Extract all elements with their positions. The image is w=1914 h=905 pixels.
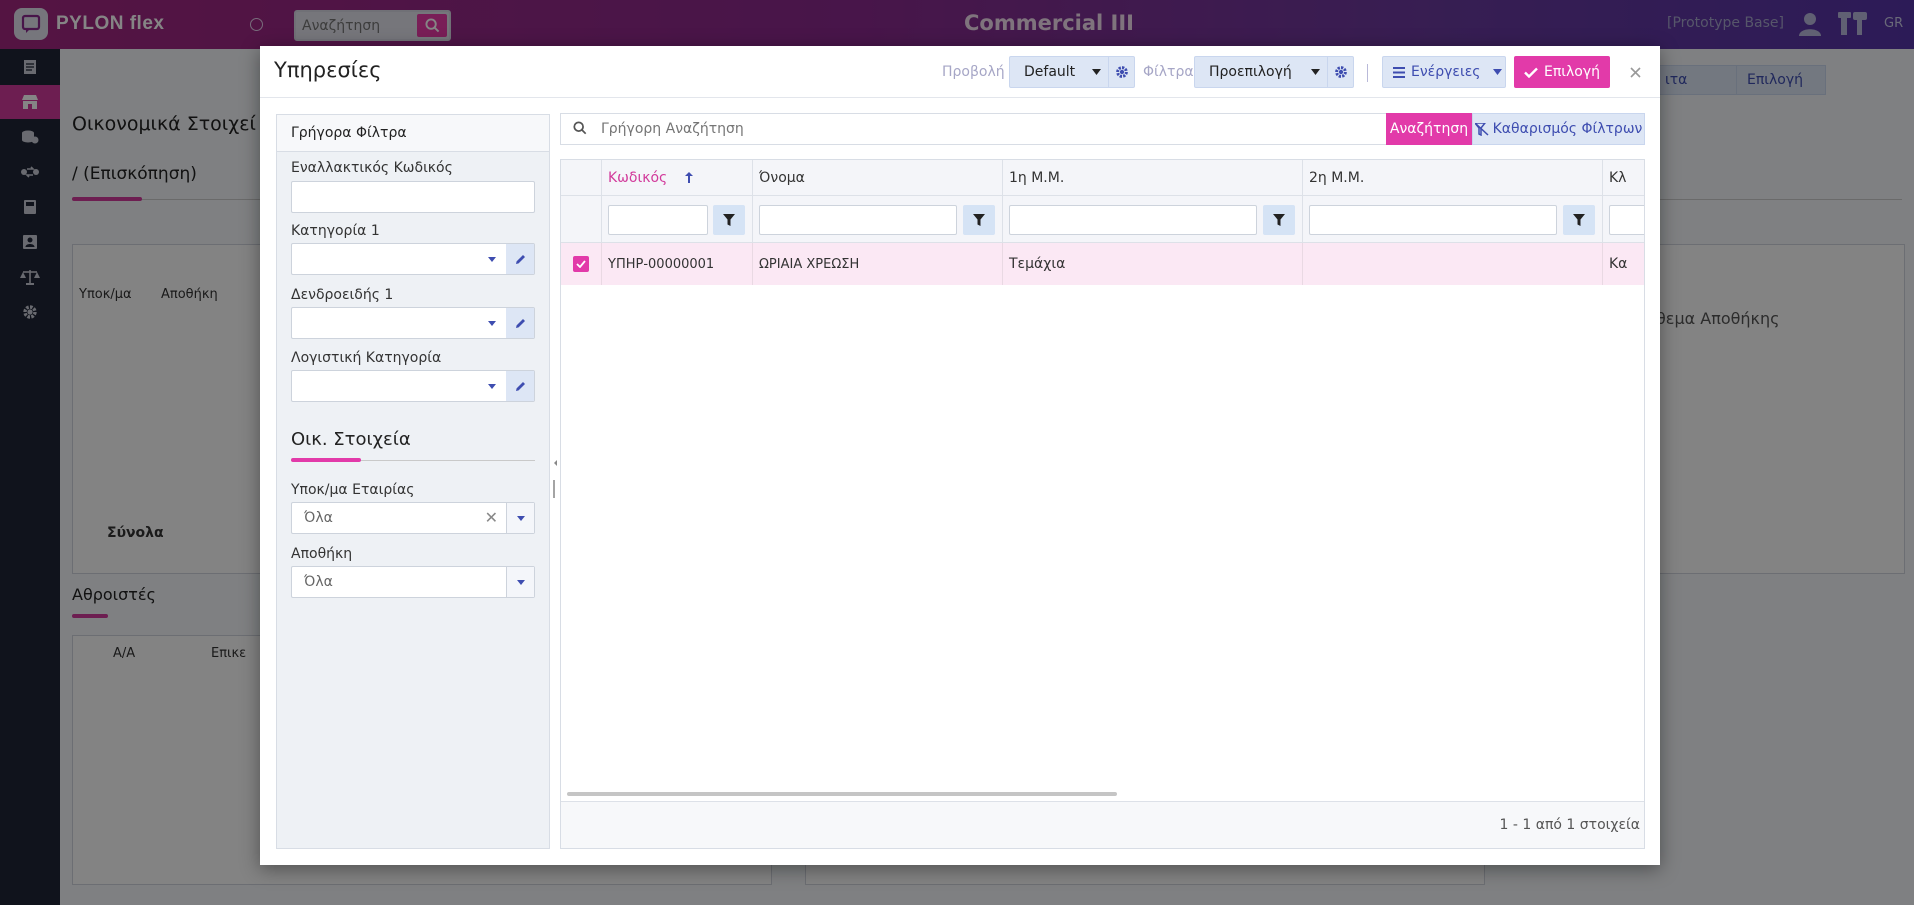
filter-button-unit1[interactable] bbox=[1263, 205, 1295, 235]
column-header-cl[interactable]: Κλ bbox=[1603, 160, 1644, 195]
warehouse-combo-value: Όλα bbox=[304, 574, 333, 590]
warehouse-label: Αποθήκη bbox=[291, 546, 353, 562]
column-header-name[interactable]: Όνομα bbox=[753, 160, 1003, 195]
tree1-label: Δενδροειδής 1 bbox=[291, 287, 394, 303]
filter-input-code[interactable] bbox=[608, 205, 708, 235]
check-icon bbox=[1524, 67, 1538, 78]
section-accent-bar bbox=[291, 458, 361, 462]
caret-down-icon[interactable] bbox=[506, 503, 534, 533]
category1-label: Κατηγορία 1 bbox=[291, 223, 380, 239]
accounting-category-combo[interactable] bbox=[291, 370, 535, 402]
filter-clear-icon bbox=[1474, 122, 1489, 136]
column-header-code-label: Κωδικός bbox=[608, 169, 668, 186]
grid-footer: 1 - 1 από 1 στοιχεία bbox=[561, 801, 1644, 848]
horizontal-scrollbar[interactable] bbox=[567, 792, 1117, 796]
caret-down-icon[interactable] bbox=[480, 308, 504, 338]
quick-filters-title: Γρήγορα Φίλτρα bbox=[277, 115, 549, 152]
services-modal: Υπηρεσίες Προβολή Default Φίλτρα Προεπιλ… bbox=[260, 46, 1660, 865]
cell-unit1: Τεμάχια bbox=[1003, 243, 1303, 285]
view-select-value: Default bbox=[1024, 64, 1076, 80]
cell-cl: Κα bbox=[1603, 243, 1644, 285]
cell-name: ΩΡΙΑΙΑ ΧΡΕΩΣΗ bbox=[753, 243, 1003, 285]
column-header-code[interactable]: Κωδικός bbox=[602, 160, 753, 195]
pencil-icon[interactable] bbox=[506, 371, 534, 401]
alt-code-input[interactable] bbox=[291, 181, 535, 213]
category1-combo[interactable] bbox=[291, 243, 535, 275]
filter-button-unit2[interactable] bbox=[1563, 205, 1595, 235]
close-button[interactable] bbox=[1624, 61, 1646, 83]
select-button[interactable]: Επιλογή bbox=[1514, 56, 1610, 88]
actions-button[interactable]: Ενέργειες bbox=[1382, 56, 1506, 88]
table-row[interactable]: ΥΠΗΡ-00000001 ΩΡΙΑΙΑ ΧΡΕΩΣΗ Τεμάχια Κα bbox=[561, 243, 1644, 285]
alt-code-label: Εναλλακτικός Κωδικός bbox=[291, 160, 453, 176]
actions-button-label: Ενέργειες bbox=[1411, 64, 1481, 80]
row-checkbox-cell bbox=[561, 243, 602, 285]
tree1-combo[interactable] bbox=[291, 307, 535, 339]
filter-cell-unit1 bbox=[1003, 196, 1303, 242]
check-icon bbox=[576, 260, 586, 268]
filter-row-spacer bbox=[561, 196, 602, 242]
services-grid: Κωδικός Όνομα 1η Μ.Μ. 2η Μ.Μ. Κλ ΥΠΗΡ-00… bbox=[560, 159, 1645, 849]
branch-combo-value: Όλα bbox=[304, 510, 333, 526]
panel-splitter[interactable] bbox=[553, 460, 559, 500]
grid-filter-row bbox=[561, 196, 1644, 243]
warehouse-combo[interactable]: Όλα bbox=[291, 566, 535, 598]
quick-search-input[interactable] bbox=[601, 118, 1401, 140]
filters-settings-gear-icon[interactable] bbox=[1327, 57, 1353, 87]
filter-input-unit1[interactable] bbox=[1009, 205, 1257, 235]
filter-cell-cl bbox=[1603, 196, 1644, 242]
cell-code: ΥΠΗΡ-00000001 bbox=[602, 243, 753, 285]
filter-input-name[interactable] bbox=[759, 205, 957, 235]
filters-select-value: Προεπιλογή bbox=[1209, 64, 1292, 80]
search-button[interactable]: Αναζήτηση bbox=[1386, 113, 1472, 145]
clear-filters-button[interactable]: Καθαρισμός Φίλτρων bbox=[1472, 113, 1645, 145]
caret-down-icon bbox=[1492, 69, 1502, 75]
funnel-icon bbox=[973, 214, 985, 226]
column-header-unit2[interactable]: 2η Μ.Μ. bbox=[1303, 160, 1603, 195]
select-column-header bbox=[561, 160, 602, 195]
modal-header: Υπηρεσίες Προβολή Default Φίλτρα Προεπιλ… bbox=[260, 46, 1660, 98]
caret-down-icon[interactable] bbox=[480, 371, 504, 401]
quick-filters-panel: Γρήγορα Φίλτρα Εναλλακτικός Κωδικός Κατη… bbox=[276, 114, 550, 849]
clear-filters-label: Καθαρισμός Φίλτρων bbox=[1492, 121, 1643, 137]
column-header-unit1[interactable]: 1η Μ.Μ. bbox=[1003, 160, 1303, 195]
view-label: Προβολή bbox=[942, 64, 1005, 80]
filter-input-cl[interactable] bbox=[1609, 205, 1644, 235]
pencil-icon[interactable] bbox=[506, 244, 534, 274]
search-icon bbox=[573, 121, 587, 139]
financial-section-title: Οικ. Στοιχεία bbox=[291, 429, 411, 450]
caret-down-icon[interactable] bbox=[506, 567, 534, 597]
clear-x-icon[interactable]: ✕ bbox=[485, 508, 498, 527]
modal-title: Υπηρεσίες bbox=[274, 58, 382, 82]
pencil-icon[interactable] bbox=[506, 308, 534, 338]
menu-icon bbox=[1393, 66, 1405, 78]
caret-down-icon bbox=[1303, 69, 1327, 75]
filter-input-unit2[interactable] bbox=[1309, 205, 1557, 235]
filter-button-name[interactable] bbox=[963, 205, 995, 235]
view-select[interactable]: Default bbox=[1009, 56, 1135, 88]
caret-down-icon bbox=[1084, 69, 1108, 75]
accounting-category-label: Λογιστική Κατηγορία bbox=[291, 350, 442, 366]
branch-label: Υποκ/μα Εταιρίας bbox=[291, 482, 415, 498]
filters-label: Φίλτρα bbox=[1143, 64, 1194, 80]
cell-unit2 bbox=[1303, 243, 1603, 285]
sort-ascending-icon bbox=[685, 172, 694, 183]
funnel-icon bbox=[1273, 214, 1285, 226]
header-separator bbox=[1367, 64, 1368, 82]
grid-header: Κωδικός Όνομα 1η Μ.Μ. 2η Μ.Μ. Κλ bbox=[561, 160, 1644, 196]
funnel-icon bbox=[1573, 214, 1585, 226]
filter-cell-unit2 bbox=[1303, 196, 1603, 242]
close-icon bbox=[1629, 66, 1641, 78]
pager-info: 1 - 1 από 1 στοιχεία bbox=[1499, 817, 1640, 833]
filter-cell-name bbox=[753, 196, 1003, 242]
caret-down-icon[interactable] bbox=[480, 244, 504, 274]
funnel-icon bbox=[723, 214, 735, 226]
branch-combo[interactable]: Όλα ✕ bbox=[291, 502, 535, 534]
view-settings-gear-icon[interactable] bbox=[1108, 57, 1134, 87]
select-button-label: Επιλογή bbox=[1544, 64, 1601, 80]
filter-button-code[interactable] bbox=[713, 205, 745, 235]
filter-cell-code bbox=[602, 196, 753, 242]
filters-select[interactable]: Προεπιλογή bbox=[1194, 56, 1354, 88]
row-checkbox[interactable] bbox=[573, 256, 589, 272]
